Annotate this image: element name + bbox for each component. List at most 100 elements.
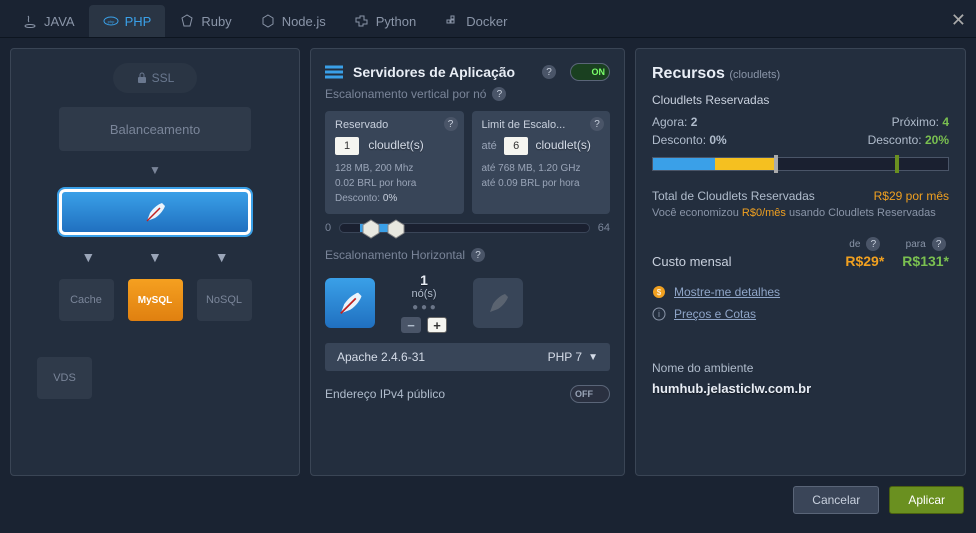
ruby-icon bbox=[179, 13, 195, 29]
limit-input[interactable]: 6 bbox=[504, 137, 528, 155]
info-icon: i bbox=[652, 307, 666, 321]
quotas-link[interactable]: Preços e Cotas bbox=[674, 307, 756, 321]
close-icon[interactable]: ✕ bbox=[951, 10, 966, 31]
help-icon[interactable]: ? bbox=[866, 237, 880, 251]
help-icon[interactable]: ? bbox=[444, 117, 458, 131]
slider-max: 64 bbox=[598, 222, 610, 234]
disc-label: Desconto: bbox=[652, 133, 706, 147]
disc-next: 20% bbox=[925, 133, 949, 147]
reserved-discount-label: Desconto: bbox=[335, 193, 380, 204]
env-name-label: Nome do ambiente bbox=[652, 361, 949, 375]
from-label: de bbox=[849, 239, 860, 250]
details-link[interactable]: Mostre-me detalhes bbox=[674, 285, 780, 299]
to-val: R$131* bbox=[902, 253, 949, 269]
reserved-title: Reservado bbox=[335, 119, 454, 131]
resources-panel: Recursos (cloudlets) Cloudlets Reservada… bbox=[635, 48, 966, 476]
to-label: para bbox=[906, 239, 926, 250]
plus-button[interactable]: + bbox=[427, 317, 447, 333]
tab-label: PHP bbox=[125, 14, 152, 29]
cancel-button[interactable]: Cancelar bbox=[793, 486, 879, 514]
topology-panel: SSL Balanceamento ▼ ▼▼▼ Cache MySQL NoSQ… bbox=[10, 48, 300, 476]
cloudlet-slider[interactable] bbox=[339, 223, 590, 233]
nodes-count: 1 bbox=[401, 272, 447, 288]
next-val: 4 bbox=[942, 115, 949, 129]
tab-label: JAVA bbox=[44, 14, 75, 29]
total-label: Total de Cloudlets Reservadas bbox=[652, 189, 815, 203]
resources-title: Recursos bbox=[652, 65, 725, 82]
help-icon[interactable]: ? bbox=[542, 65, 556, 79]
balance-label: Balanceamento bbox=[110, 122, 200, 137]
tab-label: Node.js bbox=[282, 14, 326, 29]
tab-php[interactable]: php PHP bbox=[89, 5, 166, 37]
resource-bar bbox=[652, 157, 949, 171]
mysql-label: MySQL bbox=[138, 295, 172, 306]
env-name-value: humhub.jelasticlw.com.br bbox=[652, 381, 949, 396]
feather-icon bbox=[485, 290, 511, 316]
now-label: Agora: bbox=[652, 115, 687, 129]
limit-unit: cloudlet(s) bbox=[535, 138, 590, 152]
cost-title: Custo mensal bbox=[652, 254, 731, 269]
limit-meta1: até 768 MB, 1.20 GHz bbox=[482, 161, 601, 176]
version-selector[interactable]: Apache 2.4.6-31 PHP 7 ▼ bbox=[325, 343, 610, 371]
tab-label: Docker bbox=[466, 14, 507, 29]
java-icon bbox=[22, 13, 38, 29]
slider-handle-reserved[interactable] bbox=[360, 218, 382, 240]
now-val: 2 bbox=[691, 115, 698, 129]
from-val: R$29* bbox=[845, 253, 884, 269]
help-icon[interactable]: ? bbox=[932, 237, 946, 251]
app-server-box[interactable] bbox=[59, 189, 251, 235]
mysql-box[interactable]: MySQL bbox=[128, 279, 183, 321]
node-active-box[interactable] bbox=[325, 278, 375, 328]
svg-text:i: i bbox=[658, 309, 660, 319]
reserved-section-title: Cloudlets Reservadas bbox=[652, 93, 949, 107]
tab-docker[interactable]: Docker bbox=[430, 5, 521, 37]
total-val: R$29 por mês bbox=[874, 189, 949, 203]
feather-icon bbox=[142, 199, 168, 225]
coin-icon: $ bbox=[652, 285, 666, 299]
cache-box[interactable]: Cache bbox=[59, 279, 114, 321]
reserved-unit: cloudlet(s) bbox=[368, 138, 423, 152]
version-php: PHP 7 bbox=[548, 350, 582, 364]
feather-icon bbox=[335, 288, 365, 318]
reserved-meta2: 0.02 BRL por hora bbox=[335, 176, 454, 191]
limit-meta2: até 0.09 BRL por hora bbox=[482, 176, 601, 191]
ssl-button[interactable]: SSL bbox=[113, 63, 197, 93]
vds-box[interactable]: VDS bbox=[37, 357, 92, 399]
ipv4-label: Endereço IPv4 público bbox=[325, 387, 445, 401]
php-icon: php bbox=[103, 13, 119, 29]
reserved-meta1: 128 MB, 200 Mhz bbox=[335, 161, 454, 176]
ipv4-toggle[interactable]: OFF bbox=[570, 385, 610, 403]
disc-now: 0% bbox=[709, 133, 726, 147]
reserved-card: Reservado ? 1 cloudlet(s) 128 MB, 200 Mh… bbox=[325, 111, 464, 214]
limit-card: Limit de Escalo... ? até 6 cloudlet(s) a… bbox=[472, 111, 611, 214]
node-disabled-box bbox=[473, 278, 523, 328]
version-apache: Apache 2.4.6-31 bbox=[337, 350, 425, 364]
svg-text:$: $ bbox=[657, 288, 662, 297]
tab-node[interactable]: Node.js bbox=[246, 5, 340, 37]
nosql-box[interactable]: NoSQL bbox=[197, 279, 252, 321]
arrows-row: ▼▼▼ bbox=[55, 249, 255, 265]
tab-python[interactable]: Python bbox=[340, 5, 430, 37]
on-toggle[interactable]: ON bbox=[570, 63, 610, 81]
ssl-label: SSL bbox=[152, 71, 175, 85]
load-balancer-box[interactable]: Balanceamento bbox=[59, 107, 251, 151]
next-label: Próximo: bbox=[892, 115, 939, 129]
savings-text: Você economizou R$0/mês usando Cloudlets… bbox=[652, 207, 949, 219]
reserved-input[interactable]: 1 bbox=[335, 137, 359, 155]
hamburger-icon bbox=[325, 65, 343, 79]
reserved-discount-val: 0% bbox=[383, 193, 397, 204]
arrow-down-icon: ▼ bbox=[25, 163, 285, 177]
help-icon[interactable]: ? bbox=[492, 87, 506, 101]
limit-prefix: até bbox=[482, 140, 497, 152]
slider-handle-limit[interactable] bbox=[385, 218, 407, 240]
tab-ruby[interactable]: Ruby bbox=[165, 5, 245, 37]
dots-icon: ● ● ● bbox=[401, 302, 447, 313]
help-icon[interactable]: ? bbox=[471, 248, 485, 262]
tab-label: Python bbox=[376, 14, 416, 29]
disc-label2: Desconto: bbox=[868, 133, 922, 147]
apply-button[interactable]: Aplicar bbox=[889, 486, 964, 514]
tab-java[interactable]: JAVA bbox=[8, 5, 89, 37]
tab-label: Ruby bbox=[201, 14, 231, 29]
minus-button[interactable]: − bbox=[401, 317, 421, 333]
help-icon[interactable]: ? bbox=[590, 117, 604, 131]
